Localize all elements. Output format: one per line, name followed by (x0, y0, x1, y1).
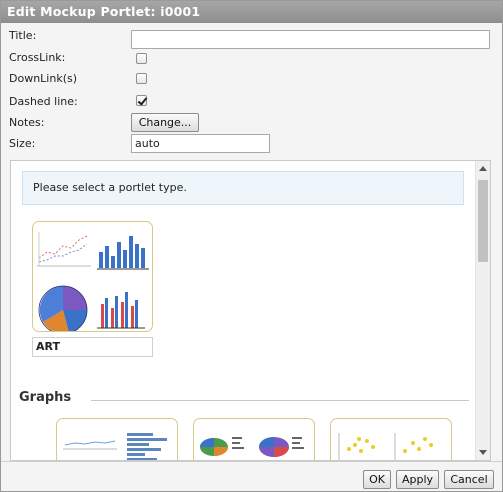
cancel-button[interactable]: Cancel (444, 470, 494, 489)
apply-button[interactable]: Apply (396, 470, 439, 489)
size-label: Size: (9, 137, 36, 150)
info-message: Please select a portlet type. (22, 171, 464, 205)
dashed-checkbox[interactable] (136, 95, 147, 106)
notes-label: Notes: (9, 116, 45, 129)
title-row: Title: (9, 26, 499, 49)
notes-row: Notes: Change... (9, 113, 499, 133)
crosslink-label: CrossLink: (9, 51, 66, 64)
footer-divider (1, 461, 502, 462)
graph-thumbnail-pie[interactable] (193, 418, 315, 460)
portlet-type-panel: Please select a portlet type. ART Graphs (10, 160, 491, 461)
ok-button[interactable]: OK (363, 470, 391, 489)
graphs-section-title: Graphs (19, 390, 72, 405)
title-label: Title: (9, 29, 37, 42)
downlinks-row: DownLink(s) (9, 69, 499, 89)
art-thumbnail[interactable] (32, 221, 153, 332)
crosslink-checkbox[interactable] (136, 53, 147, 64)
dashed-row: Dashed line: (9, 92, 499, 112)
graph-pie-preview-image (200, 437, 304, 457)
panel-scrollbar[interactable] (475, 161, 490, 460)
downlinks-checkbox[interactable] (136, 73, 147, 84)
title-input[interactable] (131, 30, 490, 49)
size-row: Size: auto (9, 134, 499, 154)
chevron-down-icon[interactable] (479, 450, 487, 455)
size-input[interactable]: auto (131, 134, 270, 153)
graph-thumbnail-line[interactable] (56, 418, 178, 460)
crosslink-row: CrossLink: (9, 48, 499, 68)
graph-scatter-preview-image (338, 433, 433, 460)
chevron-up-icon[interactable] (479, 166, 487, 171)
scrollbar-thumb[interactable] (478, 180, 488, 262)
art-label[interactable]: ART (32, 337, 153, 357)
graph-line-preview-image (63, 433, 167, 460)
dashed-label: Dashed line: (9, 95, 78, 108)
edit-portlet-dialog: Edit Mockup Portlet: i0001 Title: CrossL… (0, 0, 503, 492)
notes-change-button[interactable]: Change... (131, 113, 199, 132)
dialog-title: Edit Mockup Portlet: i0001 (1, 1, 502, 23)
graph-thumbnail-scatter[interactable] (330, 418, 452, 460)
downlinks-label: DownLink(s) (9, 72, 78, 85)
art-preview-image (37, 232, 149, 331)
graphs-section-divider (91, 400, 469, 401)
